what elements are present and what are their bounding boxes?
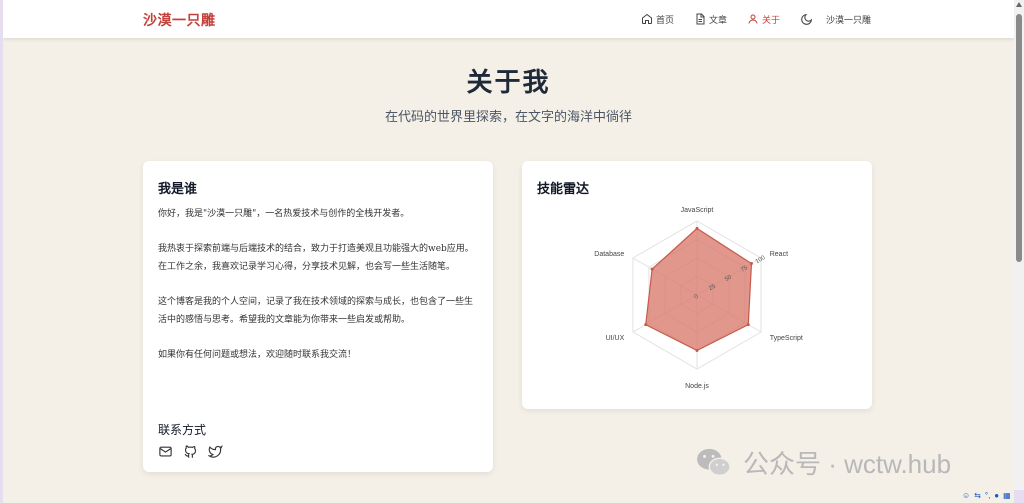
nav-about-label: 关于 [762,14,781,25]
ime-icon[interactable]: ⇆ [974,491,981,500]
skills-title: 技能雷达 [537,181,590,196]
emoji-icon[interactable]: ☺ [962,491,970,500]
about-paragraph: 我热衷于探索前端与后端技术的结合，致力于打造美观且功能强大的web应用。在工作之… [158,244,474,272]
radar-axis-label: JavaScript [681,207,714,214]
nav-user[interactable]: 沙漠一只雕 [826,13,871,26]
mic-icon[interactable]: ● [994,491,999,500]
system-tray: ☺ ⇆ °, ● ▦ [962,491,1015,500]
scroll-up-arrow-icon[interactable] [1016,2,1022,7]
page-subtitle: 在代码的世界里探索，在文字的海洋中徜徉 [384,109,632,124]
about-paragraph: 这个博客是我的个人空间，记录了我在技术领域的探索与成长，也包含了一些生活中的感悟… [158,297,474,325]
watermark-text: 公众号 · wctw.hub [743,449,952,479]
page-title: 关于我 [466,67,551,97]
nav-home-label: 首页 [656,14,675,25]
about-card: 我是谁 你好，我是"沙漠一只雕"，一名热爱技术与创作的全栈开发者。 我热衷于探索… [143,161,493,472]
site-header: 沙漠一只雕 首页 文章 关于 沙漠一只雕 [3,0,1014,38]
github-link[interactable] [183,444,198,459]
about-paragraph: 你好，我是"沙漠一只雕"，一名热爱技术与创作的全栈开发者。 [158,209,410,219]
contact-icons [158,444,233,459]
page-scrollbar[interactable] [1014,0,1024,490]
email-link[interactable] [158,444,173,459]
twitter-link[interactable] [208,444,223,459]
radar-axis-label: React [770,251,788,258]
radar-data-point [695,349,699,352]
github-icon [184,445,197,458]
radar-data-point [749,262,753,266]
main-nav: 首页 文章 关于 沙漠一只雕 [641,0,871,38]
radar-data-point [650,267,654,271]
home-icon [642,13,652,24]
theme-toggle[interactable] [800,12,814,26]
contact-title: 联系方式 [158,423,207,437]
document-icon [696,13,705,25]
skills-card: 技能雷达 0 25 50 75 100 JavaScript React TypeScript… [522,161,872,409]
nav-home[interactable]: 首页 [641,13,674,26]
scroll-thumb[interactable] [1016,14,1022,262]
about-paragraph: 如果你有任何问题或想法，欢迎随时联系我交流！ [158,350,357,360]
watermark: 公众号 · wctw.hub [695,444,951,481]
browser-window: 沙漠一只雕 首页 文章 关于 沙漠一只雕 关于我 在代码的世界里探索，在文字的海… [3,0,1014,503]
twitter-icon [208,445,223,458]
wechat-icon [697,448,731,476]
nav-articles-label: 文章 [709,14,728,25]
radar-axis-label: Database [594,251,624,258]
site-brand[interactable]: 沙漠一只雕 [143,10,216,30]
radar-axis-label: TypeScript [770,335,803,342]
radar-axis-label: UI/UX [606,335,625,342]
skills-radar-chart: 0255075100JavaScriptReactTypeScriptNode.… [594,207,803,390]
radar-axis-label: Node.js [685,383,709,390]
radar-data-point [746,323,750,327]
about-title: 我是谁 [158,181,198,196]
mail-icon [159,446,172,457]
radar-data-area [645,227,753,352]
punctuation-icon[interactable]: °, [985,491,990,500]
nav-about[interactable]: 关于 [747,13,780,26]
about-body: 你好，我是"沙漠一只雕"，一名热爱技术与创作的全栈开发者。 我热衷于探索前端与后… [158,205,478,381]
nav-articles[interactable]: 文章 [694,13,727,26]
radar-data-point [695,226,699,230]
keyboard-icon[interactable]: ▦ [1003,491,1011,500]
moon-icon [801,13,813,25]
user-icon [748,14,758,24]
radar-data-point [644,323,648,327]
